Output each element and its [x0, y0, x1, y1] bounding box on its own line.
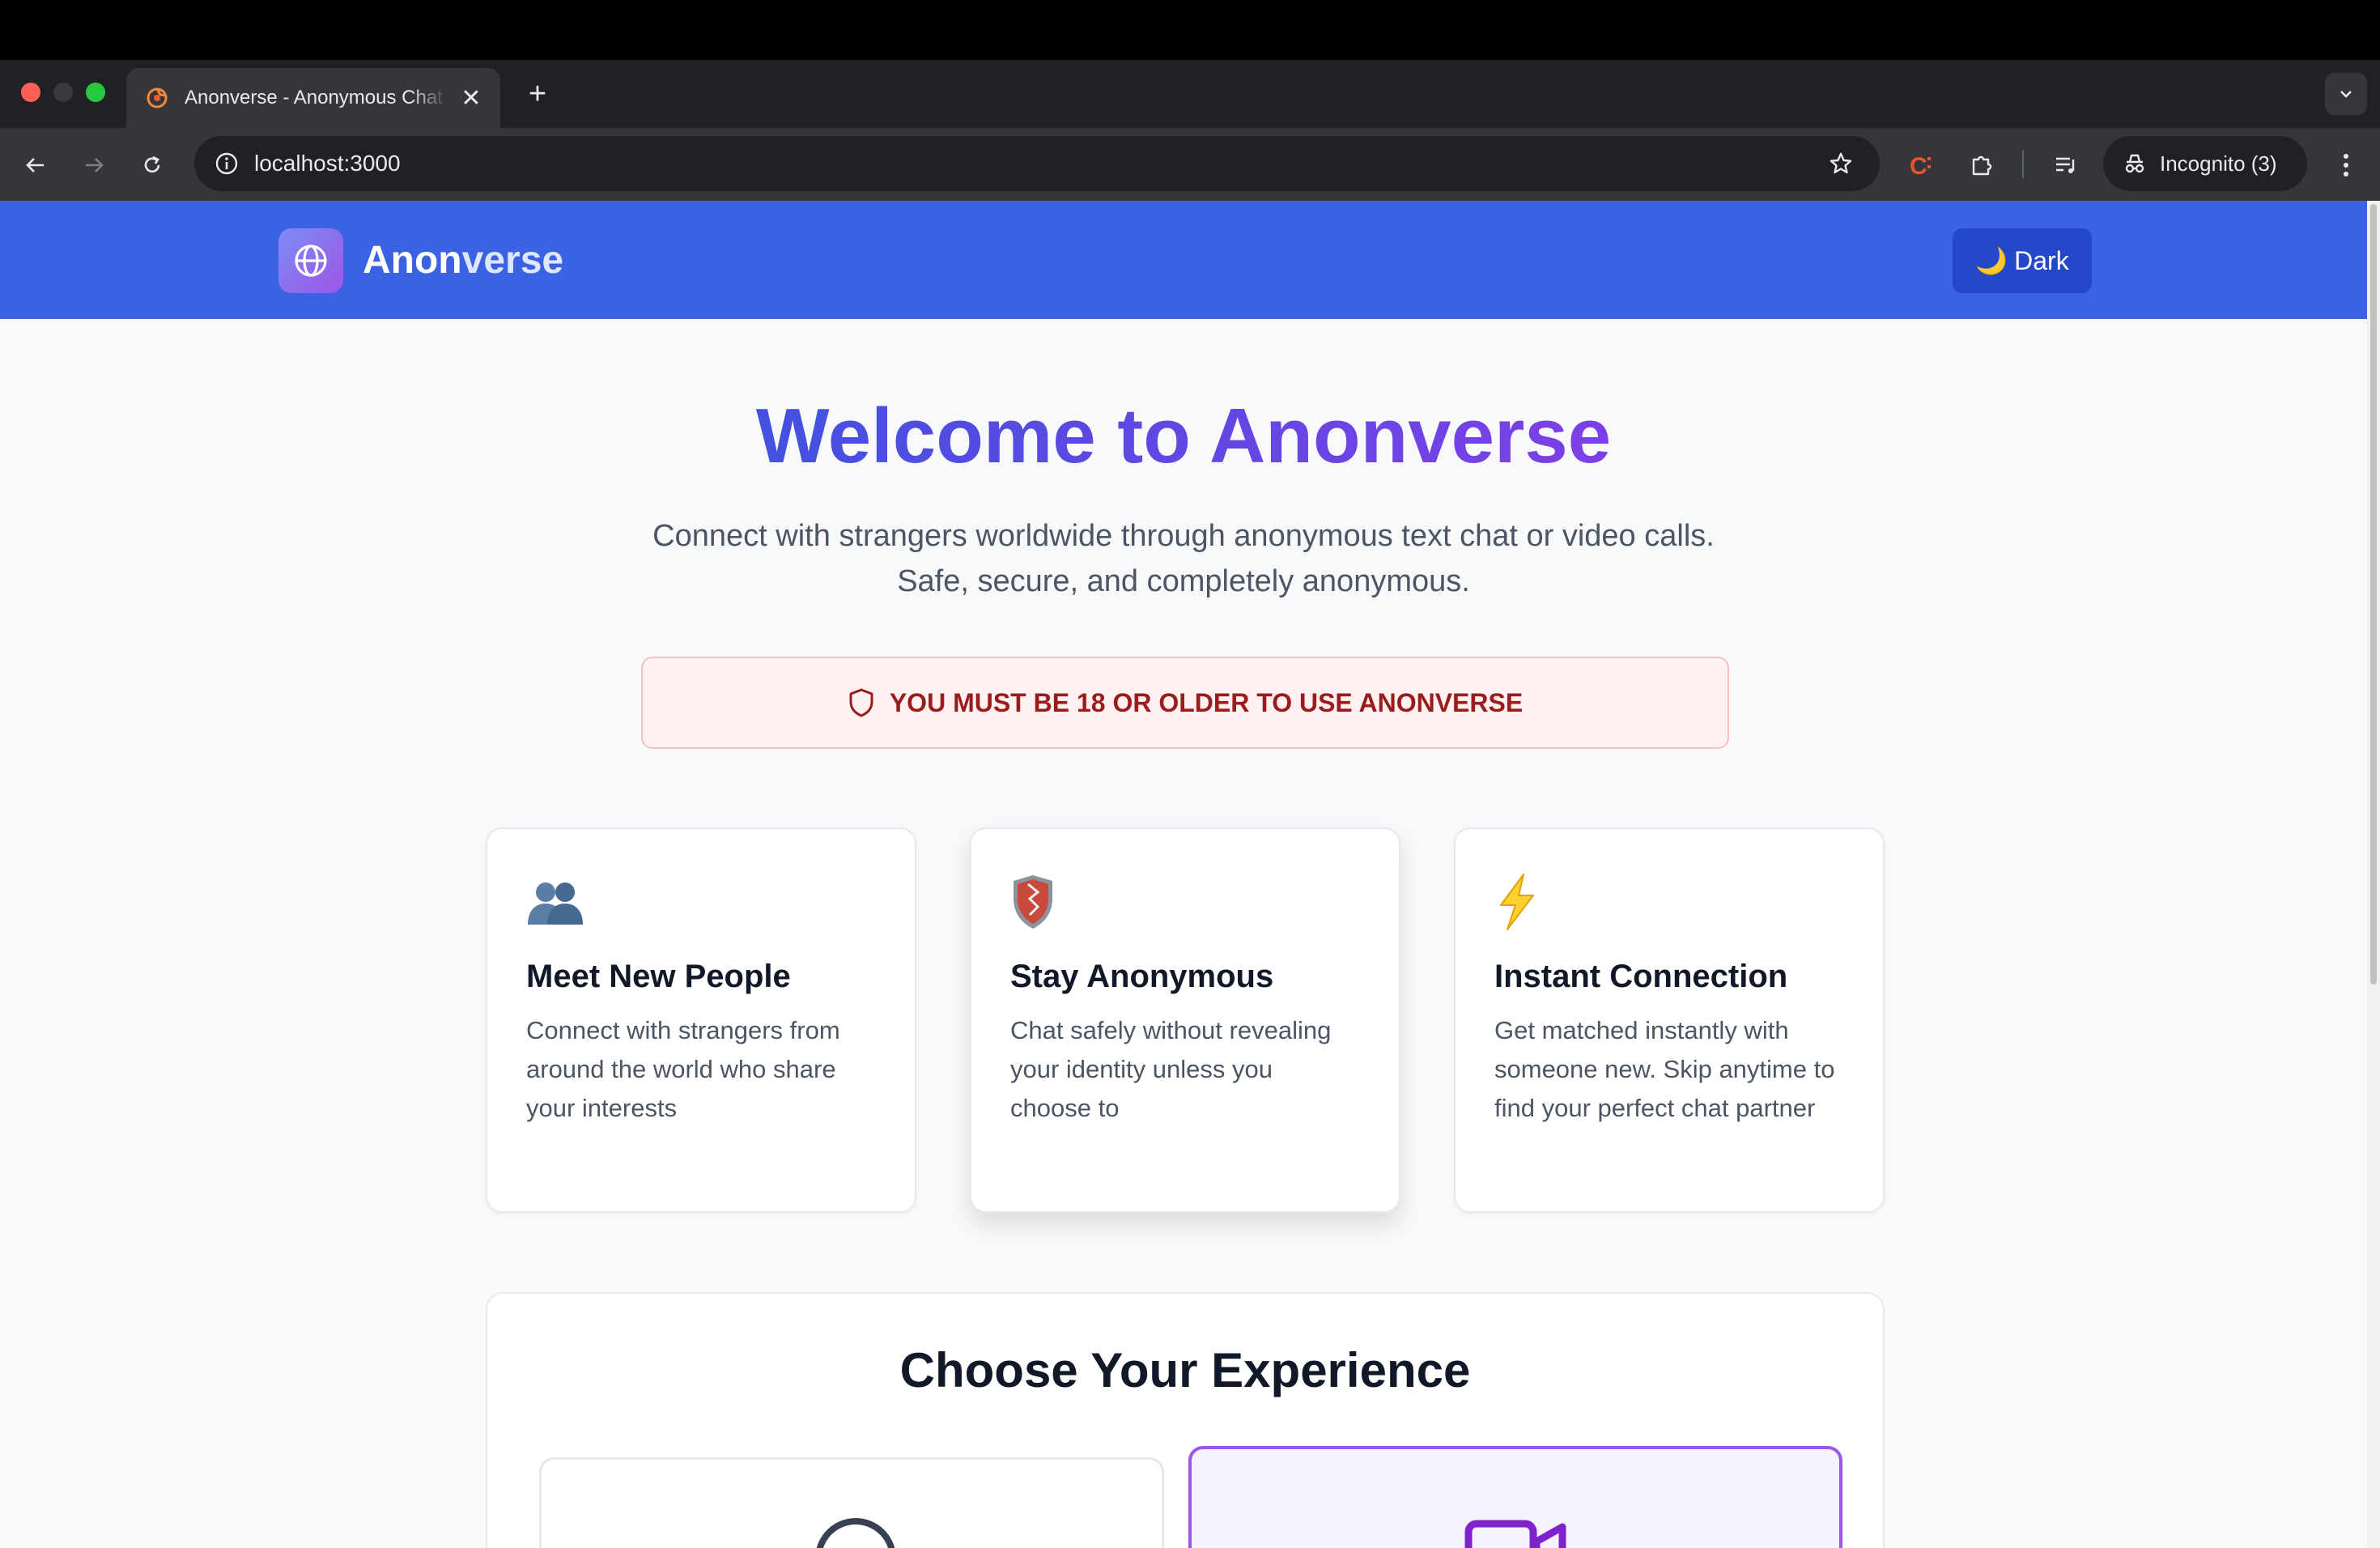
- brand-name[interactable]: Anonverse: [363, 238, 563, 283]
- dark-mode-toggle[interactable]: 🌙 Dark: [1953, 228, 2092, 293]
- feature-card-instant: Instant Connection Get matched instantly…: [1454, 827, 1885, 1213]
- people-icon: [526, 873, 584, 931]
- text-chat-option[interactable]: [539, 1457, 1164, 1548]
- window-controls: [21, 83, 105, 102]
- choose-experience-section: Choose Your Experience: [486, 1292, 1885, 1548]
- url-text: localhost:3000: [254, 151, 401, 176]
- feature-description: Connect with strangers from around the w…: [526, 1016, 840, 1122]
- macos-menu-bar: [0, 0, 2380, 60]
- more-vertical-icon: [2344, 154, 2348, 176]
- browser-tab[interactable]: Anonverse - Anonymous Chat ✕: [126, 68, 500, 128]
- page-viewport: Anonverse 🌙 Dark Welcome to Anonverse Co…: [0, 201, 2380, 1548]
- address-bar[interactable]: localhost:3000: [194, 136, 1880, 191]
- brand-suffix: verse: [461, 239, 564, 282]
- feature-description: Get matched instantly with someone new. …: [1494, 1016, 1835, 1122]
- age-warning-banner: YOU MUST BE 18 OR OLDER TO USE ANONVERSE: [641, 657, 1729, 749]
- age-warning-text: YOU MUST BE 18 OR OLDER TO USE ANONVERSE: [889, 687, 1524, 717]
- reload-button[interactable]: [133, 146, 172, 185]
- tab-title: Anonverse - Anonymous Chat: [185, 87, 443, 108]
- scrollbar-thumb[interactable]: [2370, 204, 2377, 985]
- lightning-icon: [1494, 873, 1553, 931]
- arrow-right-icon: [86, 158, 104, 172]
- site-info-icon[interactable]: [210, 147, 243, 180]
- toolbar-divider: [2022, 151, 2024, 178]
- tab-close-icon[interactable]: ✕: [460, 84, 482, 113]
- bookmark-star-icon[interactable]: [1825, 147, 1857, 180]
- feature-card-meet-people: Meet New People Connect with strangers f…: [486, 827, 916, 1213]
- extension-c-icon[interactable]: C: [1902, 146, 1941, 185]
- maximize-window-button[interactable]: [86, 83, 105, 102]
- hero-subtitle: Connect with strangers worldwide through…: [652, 519, 1715, 598]
- chat-bubble-icon: [816, 1518, 895, 1548]
- feature-description: Chat safely without revealing your ident…: [1010, 1016, 1332, 1122]
- moon-icon: 🌙: [1975, 246, 2008, 275]
- favicon-icon: [144, 85, 170, 111]
- hero-title: Welcome to Anonverse: [755, 393, 1612, 479]
- new-tab-button[interactable]: +: [518, 74, 557, 113]
- reload-icon: [144, 155, 160, 173]
- tab-search-button[interactable]: [2325, 73, 2367, 115]
- chevron-down-icon: [2340, 91, 2352, 98]
- incognito-label: Incognito (3): [2160, 151, 2277, 176]
- svg-text:C: C: [1910, 153, 1927, 180]
- shield-icon: [849, 688, 873, 717]
- extensions-puzzle-icon[interactable]: [1962, 146, 2001, 185]
- site-header: Anonverse 🌙 Dark: [0, 201, 2367, 319]
- media-control-icon[interactable]: [2046, 146, 2085, 185]
- feature-title: Instant Connection: [1494, 959, 1788, 994]
- globe-icon: [295, 245, 327, 277]
- browser-menu-button[interactable]: [2327, 146, 2365, 185]
- video-camera-icon: [1464, 1520, 1566, 1548]
- shield-emblem-icon: [1010, 873, 1069, 931]
- feature-card-anonymous: Stay Anonymous Chat safely without revea…: [970, 827, 1400, 1213]
- video-chat-option[interactable]: [1188, 1446, 1842, 1548]
- close-window-button[interactable]: [21, 83, 40, 102]
- incognito-profile-button[interactable]: Incognito (3): [2103, 136, 2307, 191]
- feature-title: Stay Anonymous: [1010, 959, 1274, 994]
- forward-button[interactable]: [74, 146, 113, 185]
- logo[interactable]: [278, 228, 343, 293]
- section-title: Choose Your Experience: [899, 1343, 1471, 1397]
- dark-mode-label: Dark: [2014, 245, 2069, 275]
- minimize-window-button[interactable]: [53, 83, 73, 102]
- arrow-left-icon: [26, 158, 44, 172]
- incognito-icon: [2121, 150, 2148, 177]
- brand-prefix: Anon: [363, 239, 462, 282]
- back-button[interactable]: [16, 146, 55, 185]
- feature-title: Meet New People: [526, 959, 791, 994]
